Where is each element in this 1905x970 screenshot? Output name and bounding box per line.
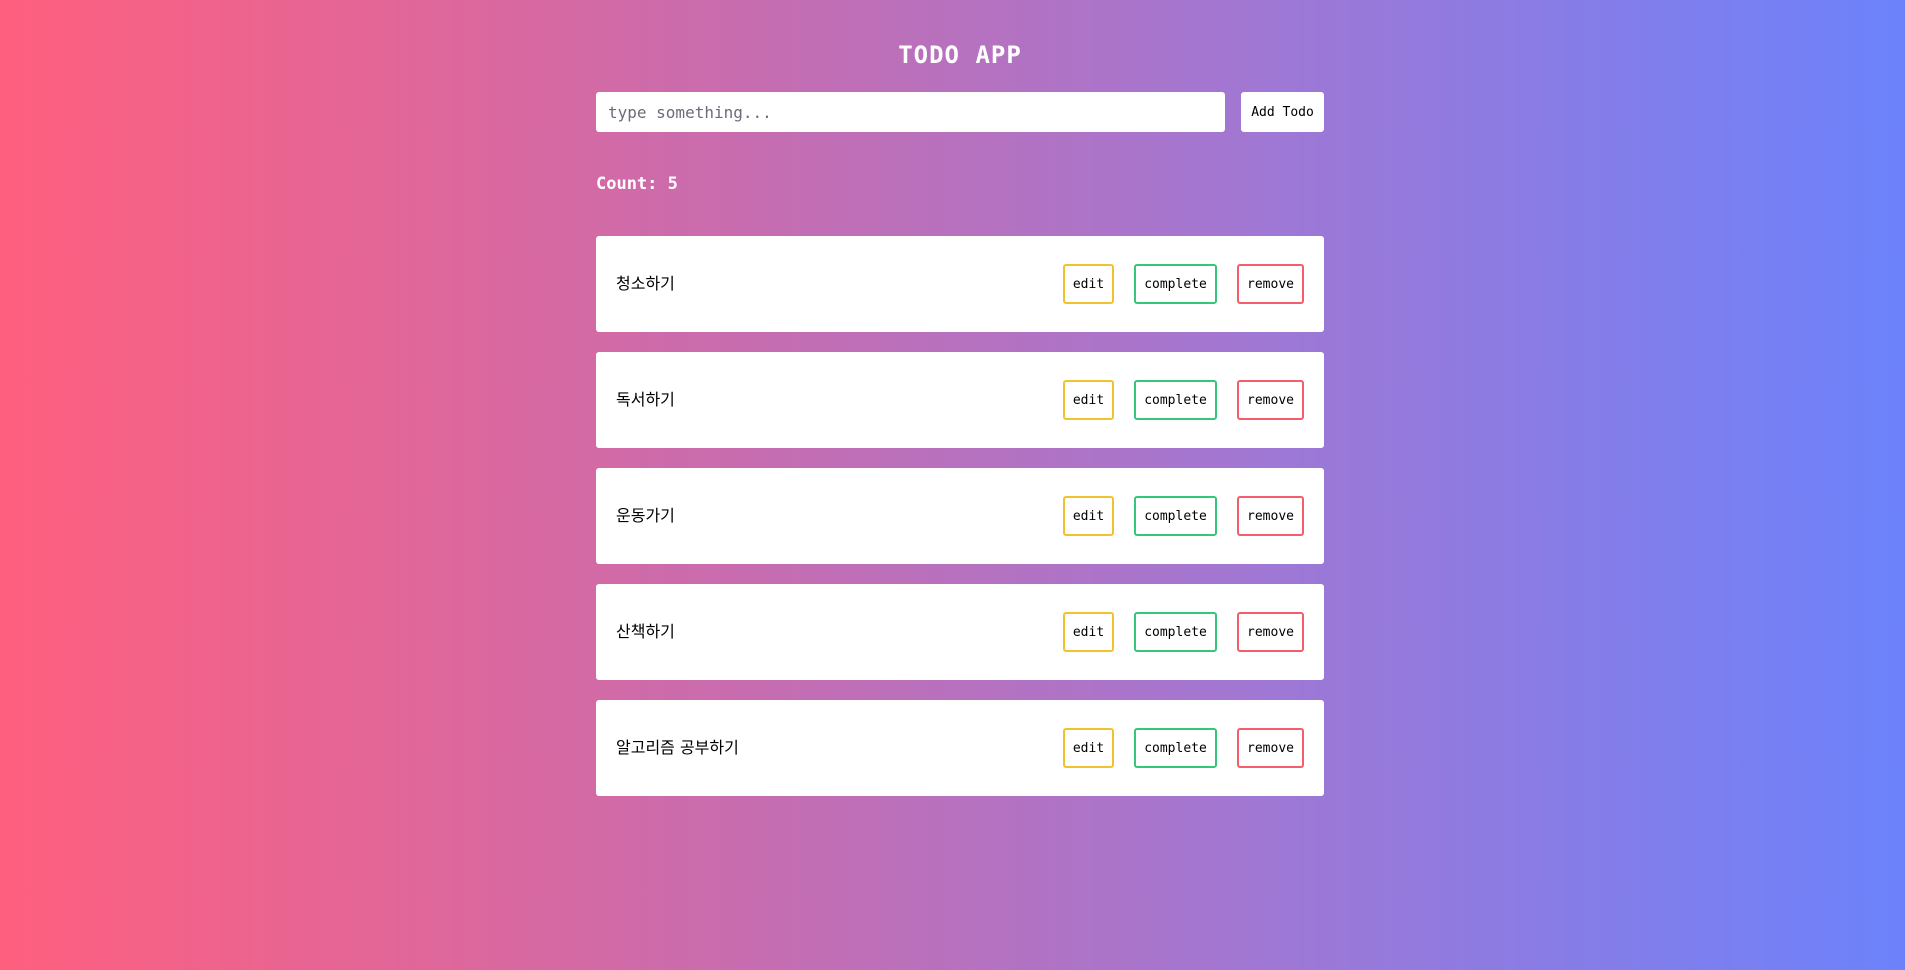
todo-text: 청소하기 [616,274,675,293]
todo-list: 청소하기 edit complete remove 독서하기 edit comp… [596,236,1324,816]
edit-button[interactable]: edit [1063,380,1114,420]
remove-button[interactable]: remove [1237,728,1304,768]
todo-input[interactable] [596,92,1225,132]
complete-button[interactable]: complete [1134,612,1217,652]
todo-item: 산책하기 edit complete remove [596,584,1324,680]
complete-button[interactable]: complete [1134,728,1217,768]
edit-button[interactable]: edit [1063,264,1114,304]
complete-button[interactable]: complete [1134,496,1217,536]
remove-button[interactable]: remove [1237,264,1304,304]
todo-item: 청소하기 edit complete remove [596,236,1324,332]
complete-button[interactable]: complete [1134,380,1217,420]
add-todo-button[interactable]: Add Todo [1241,92,1324,132]
todo-item: 독서하기 edit complete remove [596,352,1324,448]
remove-button[interactable]: remove [1237,380,1304,420]
edit-button[interactable]: edit [1063,496,1114,536]
remove-button[interactable]: remove [1237,612,1304,652]
todo-count: Count: 5 [596,174,678,194]
todo-item: 운동가기 edit complete remove [596,468,1324,564]
todo-text: 산책하기 [616,622,675,641]
todo-text: 독서하기 [616,390,675,409]
todo-item: 알고리즘 공부하기 edit complete remove [596,700,1324,796]
add-todo-form: Add Todo [596,92,1324,132]
app-title: TODO APP [898,41,1022,69]
todo-text: 운동가기 [616,506,675,525]
edit-button[interactable]: edit [1063,612,1114,652]
todo-text: 알고리즘 공부하기 [616,738,739,757]
remove-button[interactable]: remove [1237,496,1304,536]
edit-button[interactable]: edit [1063,728,1114,768]
complete-button[interactable]: complete [1134,264,1217,304]
